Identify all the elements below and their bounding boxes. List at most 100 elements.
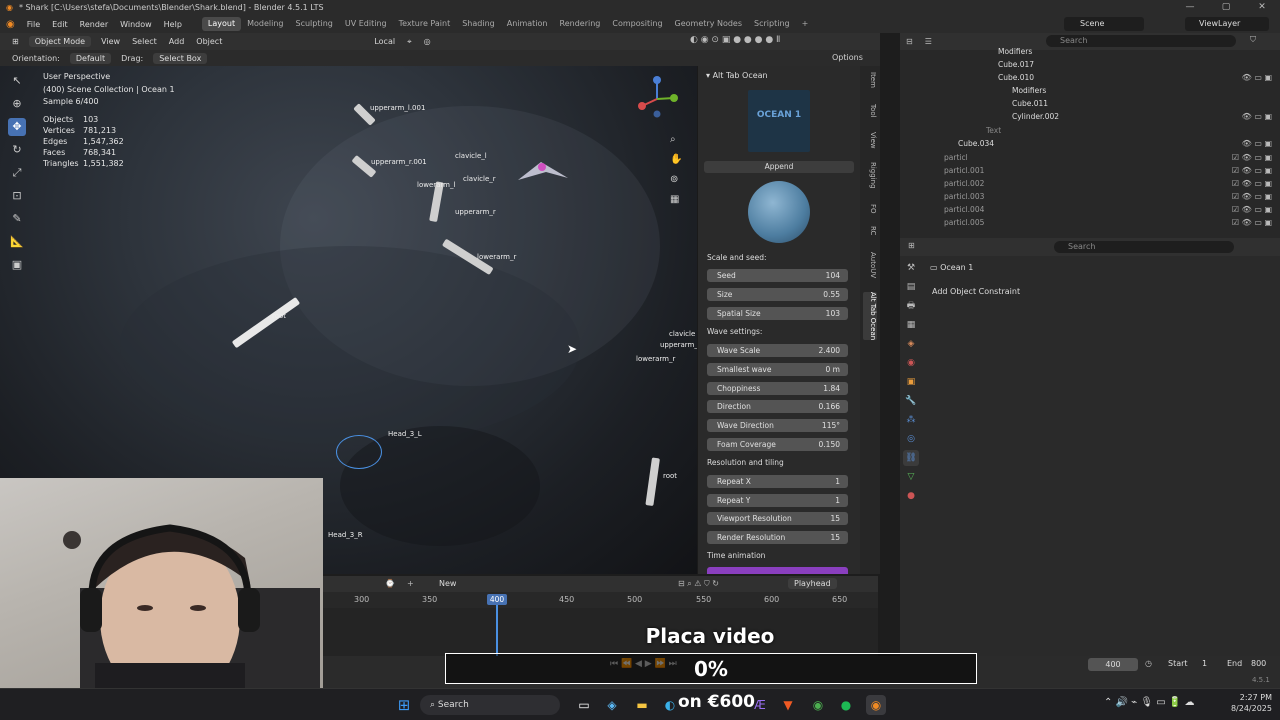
physics-tab-icon[interactable]: ◎ <box>903 431 919 447</box>
outliner-item[interactable]: Cube.034 <box>958 139 994 152</box>
ocean-preview-image[interactable]: OCEAN 1 <box>748 90 810 152</box>
windows-start-icon[interactable]: ⊞ <box>394 695 414 715</box>
render-tab-icon[interactable]: ▤ <box>903 279 919 295</box>
view-layer-tab-icon[interactable]: ▦ <box>903 317 919 333</box>
outliner-item[interactable]: Modifiers <box>1012 86 1046 99</box>
output-tab-icon[interactable]: 🖶 <box>903 298 919 314</box>
view-layer-selector[interactable]: ViewLayer <box>1185 17 1269 31</box>
material-tab-icon[interactable]: ● <box>903 488 919 504</box>
scene-selector[interactable]: Scene <box>1064 17 1144 31</box>
tab-rendering[interactable]: Rendering <box>554 17 607 31</box>
render-resolution-field[interactable]: Render Resolution 15 <box>707 531 848 544</box>
repeat-y-field[interactable]: Repeat Y 1 <box>707 494 848 507</box>
tab-scripting[interactable]: Scripting <box>748 17 796 31</box>
spatial-size-field[interactable]: Spatial Size 103 <box>707 307 848 320</box>
object-tab-icon[interactable]: ▣ <box>903 374 919 390</box>
outliner-item[interactable]: particl.003 <box>944 192 984 205</box>
viewport-resolution-field[interactable]: Viewport Resolution 15 <box>707 512 848 525</box>
wave-direction-field[interactable]: Wave Direction 115° <box>707 419 848 432</box>
new-action-button[interactable]: New <box>439 579 456 588</box>
playhead-dropdown[interactable]: Playhead <box>788 578 837 589</box>
choppiness-field[interactable]: Choppiness 1.84 <box>707 382 848 395</box>
task-view-icon[interactable]: ▭ <box>574 695 594 715</box>
shark-model[interactable] <box>516 158 571 188</box>
outliner-item[interactable]: particl.001 <box>944 166 984 179</box>
tab-sculpting[interactable]: Sculpting <box>290 17 339 31</box>
timeline-editor-icon[interactable]: ⌚ <box>385 579 395 588</box>
editor-type-icon[interactable]: ⊞ <box>908 241 915 250</box>
maximize-button[interactable]: ▢ <box>1208 0 1244 15</box>
direction-field[interactable]: Direction 0.166 <box>707 400 848 413</box>
outliner-item[interactable]: Modifiers <box>998 47 1032 60</box>
repeat-x-field[interactable]: Repeat X 1 <box>707 475 848 488</box>
tab-shading[interactable]: Shading <box>456 17 501 31</box>
outliner-item[interactable]: particl.002 <box>944 179 984 192</box>
visibility-toggle-icons[interactable]: ☑ 👁 ▭ ▣ <box>1232 166 1272 175</box>
append-button[interactable]: Append <box>704 161 854 173</box>
taskbar-search-box[interactable]: ⌕ Search <box>420 695 560 715</box>
add-cube-tool-icon[interactable]: ▣ <box>8 256 26 274</box>
viewport-overlay-icons[interactable]: ◐ ◉ ⊙ ▣ ● ● ● ● Ⅱ <box>690 35 780 45</box>
system-tray-icons[interactable]: ⌃ 🔊 ⌁ 🎙 ▭ 🔋 ☁ <box>1104 697 1195 708</box>
tab-layout[interactable]: Layout <box>201 17 242 31</box>
tab-texture-paint[interactable]: Texture Paint <box>393 17 457 31</box>
timeline-tool-icons[interactable]: ⊟ ⌕ ⚠ ⛉ ↻ <box>678 579 719 589</box>
data-tab-icon[interactable]: ▽ <box>903 469 919 485</box>
armature-bone[interactable] <box>645 457 660 507</box>
constraint-tab-icon[interactable]: ⛓ <box>903 450 919 466</box>
tab-rigging[interactable]: Rigging <box>863 162 877 189</box>
add-object-constraint-dropdown[interactable]: Add Object Constraint <box>926 285 1271 299</box>
smallest-wave-field[interactable]: Smallest wave 0 m <box>707 363 848 376</box>
tab-alt-tab-ocean[interactable]: Alt Tab Ocean <box>863 292 877 341</box>
properties-search-input[interactable]: Search <box>1054 241 1234 253</box>
tab-autouv[interactable]: AutoUV <box>863 252 877 278</box>
outliner-search-input[interactable]: Search <box>1046 35 1236 47</box>
panel-title[interactable]: ▾ Alt Tab Ocean <box>698 66 860 86</box>
tab-tool[interactable]: Tool <box>863 104 877 118</box>
scale-tool-icon[interactable]: ⤢ <box>8 164 26 182</box>
timeline-ruler[interactable]: 300 350 450 500 550 600 650 <box>323 592 878 608</box>
measure-tool-icon[interactable]: 📐 <box>8 233 26 251</box>
end-frame-value[interactable]: 800 <box>1251 659 1266 668</box>
visibility-toggle-icons[interactable]: 👁 ▭ ▣ <box>1242 139 1272 148</box>
cursor-tool-icon[interactable]: ↖ <box>8 72 26 90</box>
snap-icon[interactable]: ⌖ <box>401 37 418 47</box>
options-dropdown[interactable]: Options <box>832 53 863 62</box>
rotate-tool-icon[interactable]: ↻ <box>8 141 26 159</box>
tab-rc[interactable]: RC <box>863 226 877 235</box>
editor-type-icon[interactable]: ⊞ <box>6 37 25 46</box>
size-field[interactable]: Size 0.55 <box>707 288 848 301</box>
playhead-line[interactable] <box>496 600 498 656</box>
file-explorer-icon[interactable]: ▬ <box>632 695 652 715</box>
tab-view[interactable]: View <box>863 132 877 149</box>
current-frame-field[interactable]: 400 <box>1088 658 1138 671</box>
tab-fo[interactable]: FO <box>863 204 877 214</box>
brave-icon[interactable]: ▼ <box>778 695 798 715</box>
seed-field[interactable]: Seed 104 <box>707 269 848 282</box>
visibility-toggle-icons[interactable]: 👁 ▭ ▣ <box>1242 112 1272 121</box>
blender-taskbar-icon[interactable]: ◉ <box>866 695 886 715</box>
move-tool-icon[interactable]: ✥ <box>8 118 26 136</box>
world-tab-icon[interactable]: ◉ <box>903 355 919 371</box>
after-effects-icon[interactable]: Æ <box>750 695 770 715</box>
chrome-icon[interactable]: ◉ <box>808 695 828 715</box>
tab-geometry-nodes[interactable]: Geometry Nodes <box>669 17 748 31</box>
outliner-item[interactable]: particl <box>944 153 968 166</box>
outliner-item[interactable]: Cylinder.002 <box>1012 112 1059 125</box>
tab-animation[interactable]: Animation <box>501 17 554 31</box>
drag-dropdown[interactable]: Select Box <box>153 52 208 64</box>
add-workspace-icon[interactable]: + <box>796 17 815 31</box>
particles-tab-icon[interactable]: ⁂ <box>903 412 919 428</box>
timeline-track-area[interactable] <box>323 608 878 656</box>
menu-window[interactable]: Window <box>114 20 158 29</box>
editor-type-icon[interactable]: ⊟ <box>900 37 919 46</box>
scene-tab-icon[interactable]: ◈ <box>903 336 919 352</box>
menu-render[interactable]: Render <box>74 20 114 29</box>
minimize-button[interactable]: — <box>1172 0 1208 15</box>
visibility-toggle-icons[interactable]: ☑ 👁 ▭ ▣ <box>1232 205 1272 214</box>
menu-help[interactable]: Help <box>158 20 188 29</box>
menu-edit[interactable]: Edit <box>46 20 74 29</box>
transform-orientation-dropdown[interactable]: Local <box>368 37 401 46</box>
menu-file[interactable]: File <box>21 20 46 29</box>
tab-uv-editing[interactable]: UV Editing <box>339 17 393 31</box>
